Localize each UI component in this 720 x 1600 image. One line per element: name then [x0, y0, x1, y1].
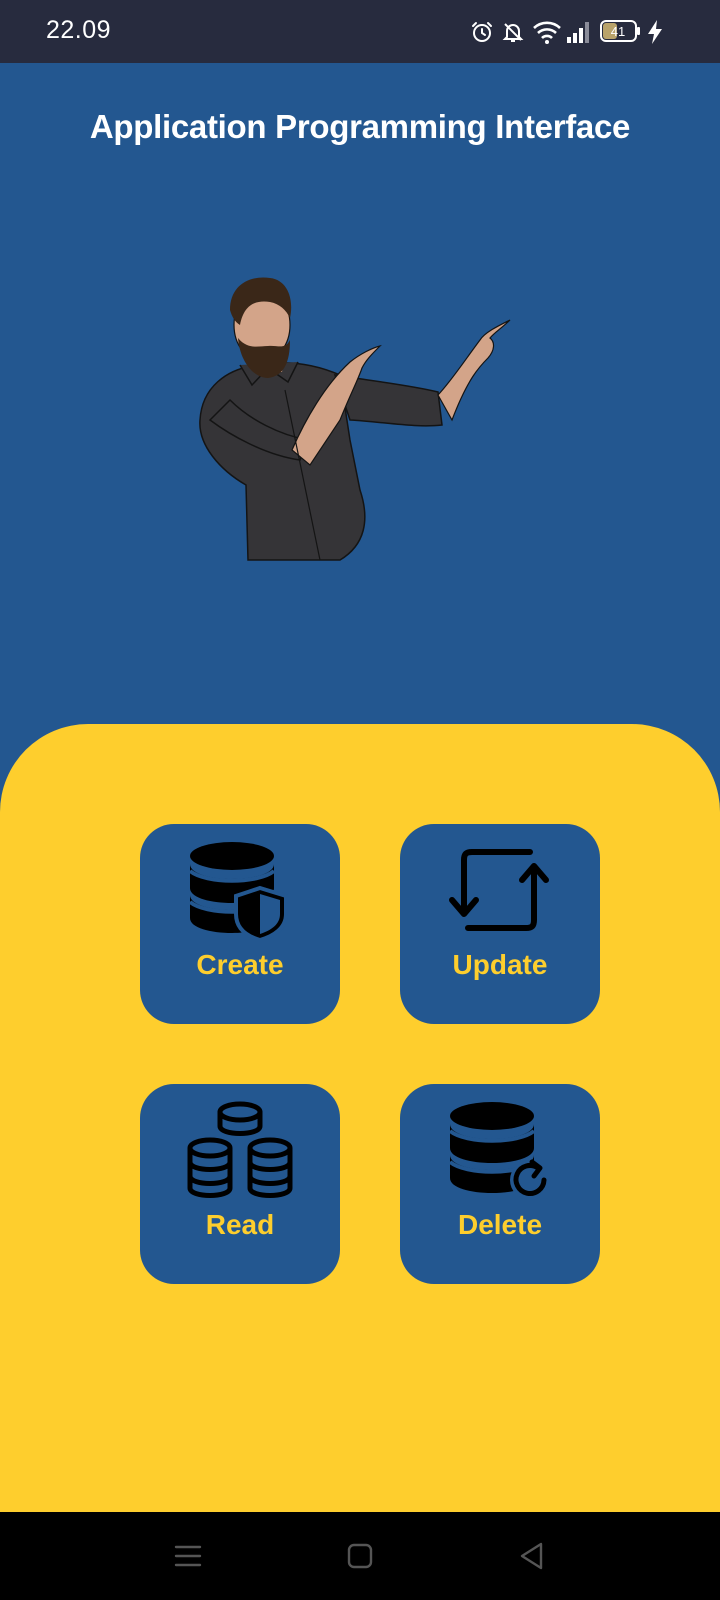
- read-button[interactable]: Read: [140, 1084, 340, 1284]
- status-icons: 41: [450, 0, 720, 63]
- status-bar: 22.09 41: [0, 0, 720, 63]
- read-label: Read: [205, 1209, 275, 1240]
- wifi-icon: [533, 21, 561, 44]
- database-refresh-icon: [448, 1102, 550, 1200]
- delete-button[interactable]: Delete: [400, 1084, 600, 1284]
- signal-icon: [567, 22, 589, 43]
- create-label: Create: [196, 949, 284, 980]
- refresh-arrows-icon: [449, 849, 549, 931]
- create-button[interactable]: Create: [140, 824, 340, 1024]
- home-icon[interactable]: [342, 1538, 378, 1574]
- actions-panel: [0, 724, 720, 1512]
- battery-level: 41: [611, 24, 625, 39]
- menu-icon[interactable]: [170, 1538, 206, 1574]
- battery-icon: 41: [600, 20, 640, 42]
- delete-label: Delete: [457, 1209, 543, 1240]
- update-label: Update: [452, 949, 548, 980]
- bell-off-icon: [502, 23, 524, 42]
- man-pointing-illustration: [199, 277, 511, 561]
- back-icon[interactable]: [514, 1538, 550, 1574]
- database-stack-icon: [187, 1101, 293, 1198]
- database-shield-icon: [188, 842, 288, 940]
- page-title: Application Programming Interface: [89, 108, 631, 145]
- update-button[interactable]: Update: [400, 824, 600, 1024]
- alarm-icon: [472, 22, 492, 42]
- status-time: 22.09: [46, 16, 112, 44]
- charging-bolt-icon: [648, 20, 662, 44]
- system-nav-bar: [0, 1512, 720, 1600]
